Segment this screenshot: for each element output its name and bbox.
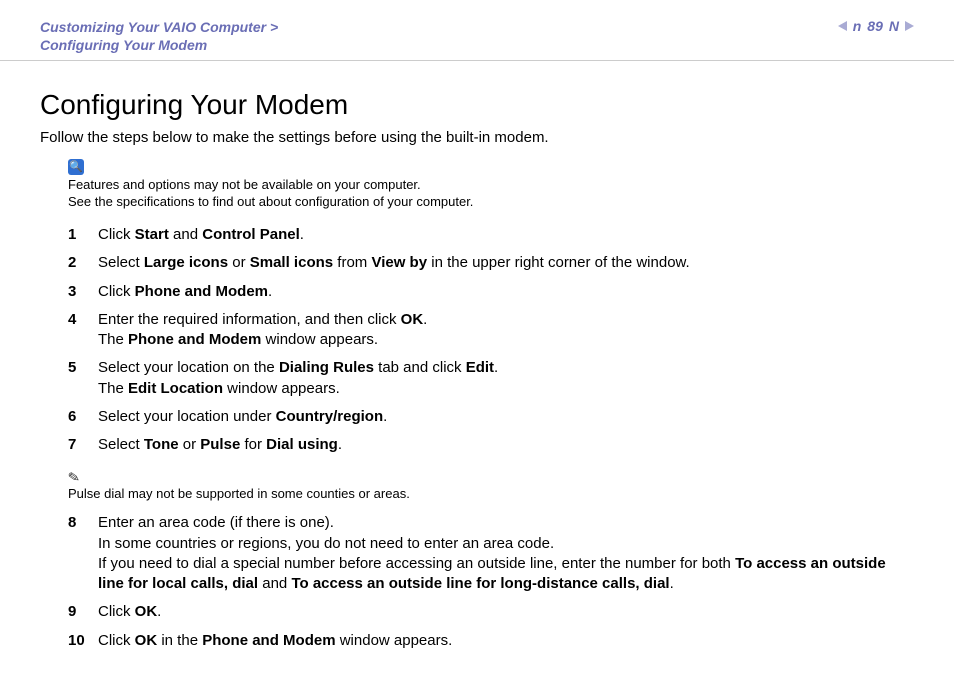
letter-n-label: n	[853, 18, 862, 34]
text: Enter an area code (if there is one).	[98, 514, 334, 531]
text: window appears.	[261, 331, 378, 348]
magnifier-icon: 🔍	[68, 159, 84, 175]
text: If you need to dial a special number bef…	[98, 555, 735, 572]
breadcrumb-line-2: Configuring Your Modem	[40, 36, 278, 54]
bold: Control Panel	[202, 226, 300, 243]
step-7: Select Tone or Pulse for Dial using.	[68, 431, 914, 459]
bold: OK	[135, 632, 158, 649]
breadcrumb[interactable]: Customizing Your VAIO Computer > Configu…	[40, 18, 278, 54]
text: Click	[98, 283, 135, 300]
bold: Small icons	[250, 254, 333, 271]
text: or	[228, 254, 250, 271]
page-header: Customizing Your VAIO Computer > Configu…	[0, 0, 954, 61]
text: .	[338, 436, 342, 453]
text: .	[268, 283, 272, 300]
bold: View by	[371, 254, 427, 271]
step-2: Select Large icons or Small icons from V…	[68, 249, 914, 277]
bold: To access an outside line for long-dista…	[291, 575, 669, 592]
pencil-icon: ✎	[67, 469, 82, 488]
bold: Phone and Modem	[128, 331, 261, 348]
text: from	[333, 254, 371, 271]
text: window appears.	[336, 632, 453, 649]
text: in the upper right corner of the window.	[427, 254, 690, 271]
footnote: ✎ Pulse dial may not be supported in som…	[68, 469, 914, 503]
text: In some countries or regions, you do not…	[98, 535, 554, 552]
text: in the	[157, 632, 202, 649]
text: .	[494, 359, 498, 376]
text: and	[258, 575, 291, 592]
steps-list-cont: Enter an area code (if there is one). In…	[40, 509, 914, 655]
bold: Phone and Modem	[202, 632, 335, 649]
text: Select	[98, 254, 144, 271]
page-nav: n 89 N	[838, 18, 914, 34]
text: window appears.	[223, 380, 340, 397]
bold: Large icons	[144, 254, 228, 271]
text: .	[383, 408, 387, 425]
letter-capital-n-label: N	[889, 18, 899, 34]
text: .	[670, 575, 674, 592]
prev-page-icon[interactable]	[838, 21, 847, 31]
info-note-line-2: See the specifications to find out about…	[68, 194, 914, 211]
bold: Edit Location	[128, 380, 223, 397]
text: The	[98, 380, 128, 397]
next-page-icon[interactable]	[905, 21, 914, 31]
bold: OK	[401, 311, 424, 328]
breadcrumb-line-1: Customizing Your VAIO Computer >	[40, 18, 278, 36]
bold: Dial using	[266, 436, 338, 453]
footnote-text: Pulse dial may not be supported in some …	[68, 486, 914, 503]
bold: Dialing Rules	[279, 359, 374, 376]
text: .	[300, 226, 304, 243]
text: Click	[98, 603, 135, 620]
bold: Phone and Modem	[135, 283, 268, 300]
text: Enter the required information, and then…	[98, 311, 401, 328]
bold: Country/region	[276, 408, 384, 425]
intro-text: Follow the steps below to make the setti…	[40, 129, 914, 146]
steps-list: Click Start and Control Panel. Select La…	[40, 221, 914, 459]
step-10: Click OK in the Phone and Modem window a…	[68, 627, 914, 655]
step-8: Enter an area code (if there is one). In…	[68, 509, 914, 598]
text: tab and click	[374, 359, 466, 376]
text: The	[98, 331, 128, 348]
text: Click	[98, 226, 135, 243]
page-content: Configuring Your Modem Follow the steps …	[0, 61, 954, 654]
text: Select your location under	[98, 408, 276, 425]
text: .	[157, 603, 161, 620]
step-3: Click Phone and Modem.	[68, 278, 914, 306]
bold: OK	[135, 603, 158, 620]
step-1: Click Start and Control Panel.	[68, 221, 914, 249]
step-5: Select your location on the Dialing Rule…	[68, 354, 914, 403]
text: for	[240, 436, 266, 453]
bold: Edit	[466, 359, 494, 376]
step-6: Select your location under Country/regio…	[68, 403, 914, 431]
page-title: Configuring Your Modem	[40, 89, 914, 121]
text: .	[423, 311, 427, 328]
text: and	[169, 226, 202, 243]
bold: Start	[135, 226, 169, 243]
text: or	[179, 436, 201, 453]
step-4: Enter the required information, and then…	[68, 306, 914, 355]
info-note-line-1: Features and options may not be availabl…	[68, 177, 914, 194]
text: Select	[98, 436, 144, 453]
page-number: 89	[867, 18, 883, 34]
info-note: 🔍 Features and options may not be availa…	[68, 158, 914, 211]
bold: Pulse	[200, 436, 240, 453]
step-9: Click OK.	[68, 598, 914, 626]
bold: Tone	[144, 436, 179, 453]
text: Click	[98, 632, 135, 649]
text: Select your location on the	[98, 359, 279, 376]
